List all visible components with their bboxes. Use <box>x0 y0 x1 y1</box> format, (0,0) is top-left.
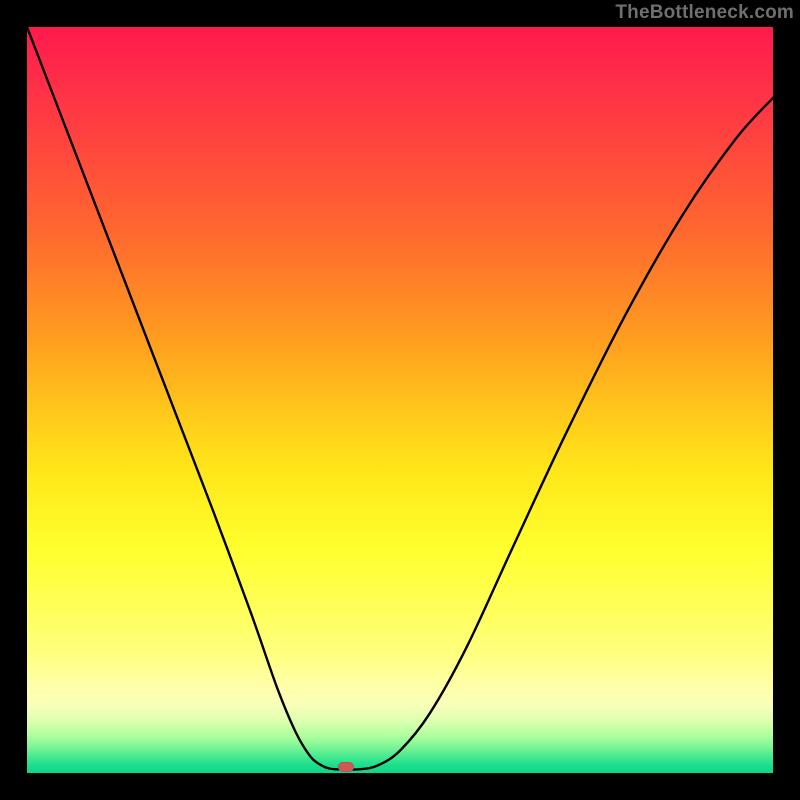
bottleneck-curve <box>27 27 773 773</box>
chart-frame: TheBottleneck.com <box>0 0 800 800</box>
optimal-point-marker <box>338 762 354 772</box>
watermark-text: TheBottleneck.com <box>615 2 794 24</box>
plot-area <box>27 27 773 773</box>
